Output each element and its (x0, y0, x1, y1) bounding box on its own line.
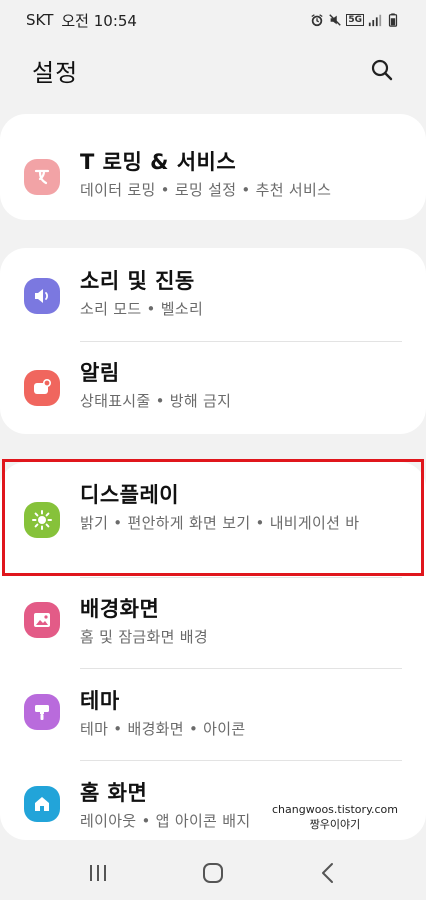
page-title: 설정 (32, 58, 79, 87)
settings-item-title: 테마 (80, 689, 120, 713)
settings-item-title: T 로밍 & 서비스 (80, 150, 237, 174)
settings-item-display[interactable]: 디스플레이 밝기 • 편안하게 화면 보기 • 내비게이션 바 (0, 482, 426, 538)
settings-item-notifications[interactable]: 알림 상태표시줄 • 방해 금지 (0, 360, 426, 412)
divider (80, 668, 402, 669)
home-icon (24, 786, 60, 822)
alarm-icon (311, 14, 323, 27)
settings-item-roaming[interactable]: T 로밍 & 서비스 데이터 로밍 • 로밍 설정 • 추천 서비스 (0, 149, 426, 201)
recent-apps-button[interactable] (78, 853, 118, 893)
settings-item-themes[interactable]: 테마 테마 • 배경화면 • 아이콘 (0, 688, 426, 740)
recent-apps-icon (89, 865, 106, 881)
watermark-name: 짱우이야기 (309, 818, 361, 831)
notification-icon (24, 370, 60, 406)
back-icon (322, 863, 334, 883)
mute-icon (329, 14, 342, 26)
settings-group-3: 디스플레이 밝기 • 편안하게 화면 보기 • 내비게이션 바 배경화면 홈 및… (0, 462, 426, 840)
settings-item-subtitle: 데이터 로밍 • 로밍 설정 • 추천 서비스 (80, 181, 332, 199)
settings-group-1: T 로밍 & 서비스 데이터 로밍 • 로밍 설정 • 추천 서비스 (0, 114, 426, 220)
settings-item-title: 소리 및 진동 (80, 269, 195, 293)
search-button[interactable] (366, 54, 398, 86)
settings-item-title: 배경화면 (80, 597, 160, 621)
status-bar: SKT 오전 10:54 5G (0, 0, 426, 40)
battery-icon (388, 13, 398, 27)
settings-item-subtitle: 레이아웃 • 앱 아이콘 배지 (80, 812, 251, 830)
divider (80, 760, 402, 761)
settings-item-subtitle: 홈 및 잠금화면 배경 (80, 628, 209, 646)
navigation-bar (0, 846, 426, 900)
roaming-icon (24, 159, 60, 195)
clock: 오전 10:54 (61, 11, 137, 30)
signal-icon (368, 14, 382, 27)
watermark-url: changwoos.tistory.com (272, 803, 398, 816)
speaker-icon (24, 278, 60, 314)
theme-icon (24, 694, 60, 730)
back-button[interactable] (308, 853, 348, 893)
watermark: changwoos.tistory.com 짱우이야기 (272, 802, 398, 832)
carrier-label: SKT (26, 11, 54, 29)
settings-item-title: 알림 (80, 361, 120, 385)
settings-group-2: 소리 및 진동 소리 모드 • 벨소리 알림 상태표시줄 • 방해 금지 (0, 248, 426, 434)
settings-item-title: 홈 화면 (80, 781, 148, 805)
settings-item-subtitle: 소리 모드 • 벨소리 (80, 300, 204, 318)
settings-item-wallpaper[interactable]: 배경화면 홈 및 잠금화면 배경 (0, 596, 426, 648)
settings-item-sound[interactable]: 소리 및 진동 소리 모드 • 벨소리 (0, 268, 426, 320)
settings-item-subtitle: 상태표시줄 • 방해 금지 (80, 392, 232, 410)
home-button[interactable] (193, 853, 233, 893)
divider (80, 341, 402, 342)
wallpaper-icon (24, 602, 60, 638)
search-icon (371, 59, 393, 81)
sun-icon (24, 502, 60, 538)
page-header: 설정 (0, 48, 426, 92)
settings-item-subtitle: 테마 • 배경화면 • 아이콘 (80, 720, 246, 738)
settings-item-subtitle: 밝기 • 편안하게 화면 보기 • 내비게이션 바 (80, 514, 360, 532)
network-badge: 5G (346, 14, 364, 26)
home-nav-icon (202, 863, 223, 883)
divider (80, 577, 402, 578)
settings-item-title: 디스플레이 (80, 483, 180, 507)
